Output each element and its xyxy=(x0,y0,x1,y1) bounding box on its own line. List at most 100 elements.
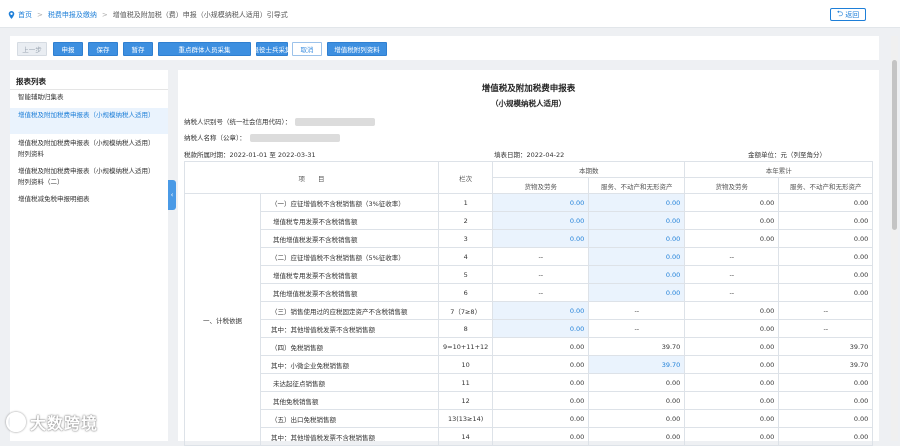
table-row: 其中：其他增值税发票不含税销售额 14 0.00 0.00 0.00 0.00 xyxy=(185,427,874,446)
value-cell: 39.70 xyxy=(778,355,874,374)
attachment-data-button[interactable]: 增值税附列资料 xyxy=(327,42,387,56)
value-cell: 0.00 xyxy=(684,211,780,230)
row-label: 其中：其他增值税发票不含税销售额 xyxy=(260,427,439,446)
header-services-ytd: 服务、不动产和无形资产 xyxy=(778,177,874,194)
scrollbar-thumb[interactable] xyxy=(892,60,897,230)
value-cell: 0.00 xyxy=(778,391,874,410)
table-row: （四）免税销售额 9=10+11+12 0.00 39.70 0.00 39.70 xyxy=(185,337,874,356)
report-item-attachment-1[interactable]: 增值税及附加税费申报表（小规模纳税人适用）附列资料 xyxy=(10,138,168,162)
amount-unit: 金额单位：元（列至角分） xyxy=(748,151,826,159)
value-cell: 0.00 xyxy=(588,409,686,428)
header-services: 服务、不动产和无形资产 xyxy=(588,177,686,194)
value-cell[interactable]: 0.00 xyxy=(492,319,590,338)
row-label: 其他增值税发票不含税销售额 xyxy=(260,283,439,302)
table-row: 其中：其他增值税发票不含税销售额 8 0.00 -- 0.00 -- xyxy=(185,319,874,338)
value-cell[interactable]: 0.00 xyxy=(588,193,686,212)
key-groups-collect-button[interactable]: 重点群体人员采集 xyxy=(158,42,251,56)
value-cell[interactable]: 39.70 xyxy=(588,355,686,374)
back-button[interactable]: ⮌ 返回 xyxy=(830,8,866,21)
breadcrumb-separator: > xyxy=(37,11,43,19)
veterans-collect-button[interactable]: 退役士兵采集 xyxy=(253,42,292,56)
value-cell: -- xyxy=(684,265,780,284)
value-cell: -- xyxy=(492,283,590,302)
row-col-number: 3 xyxy=(437,229,494,248)
watermark: 大数跨境 xyxy=(6,411,98,433)
declare-button[interactable]: 申报 xyxy=(53,42,83,56)
breadcrumb: 首页 > 税费申报及缴纳 > 增值税及附加税（费）申报（小规模纳税人适用）引导式 xyxy=(8,9,288,21)
prev-step-button[interactable]: 上一步 xyxy=(17,42,47,56)
header-year-to-date: 本年累计 xyxy=(684,161,874,178)
taxpayer-name-redacted xyxy=(249,134,340,142)
row-col-number: 9=10+11+12 xyxy=(437,337,494,356)
header-col-number: 栏次 xyxy=(437,161,494,194)
table-row: 其他免税销售额 12 0.00 0.00 0.00 0.00 xyxy=(185,391,874,410)
row-col-number: 4 xyxy=(437,247,494,266)
table-row: （三）销售使用过的应税固定资产不含税销售额 7（7≥8） 0.00 -- 0.00 -- xyxy=(185,301,874,320)
chevron-left-icon: ‹ xyxy=(170,191,174,199)
row-col-number: 6 xyxy=(437,283,494,302)
value-cell: 0.00 xyxy=(588,427,686,446)
value-cell: 0.00 xyxy=(684,409,780,428)
save-button[interactable]: 保存 xyxy=(88,42,118,56)
row-col-number: 10 xyxy=(437,355,494,374)
value-cell: -- xyxy=(684,283,780,302)
report-list-title: 报表列表 xyxy=(16,77,46,86)
tax-table: 项 目 栏次 本期数 本年累计 货物及劳务 服务、不动产和无形资产 货物及劳务 … xyxy=(184,161,874,446)
row-label: 增值税专用发票不含税销售额 xyxy=(260,211,439,230)
value-cell: 0.00 xyxy=(492,391,590,410)
taxpayer-id: 纳税人识别号（统一社会信用代码）： xyxy=(184,116,376,126)
value-cell: 0.00 xyxy=(684,193,780,212)
value-cell: 0.00 xyxy=(684,229,780,248)
value-cell[interactable]: 0.00 xyxy=(492,301,590,320)
report-item-exemption-detail[interactable]: 增值税减免税申报明细表 xyxy=(10,194,168,205)
value-cell: 0.00 xyxy=(778,229,874,248)
row-label: （三）销售使用过的应税固定资产不含税销售额 xyxy=(260,301,439,320)
divider xyxy=(10,89,168,90)
taxpayer-name: 纳税人名称（公章）： xyxy=(184,132,340,142)
value-cell: 0.00 xyxy=(492,373,590,392)
value-cell: 0.00 xyxy=(684,337,780,356)
draft-button[interactable]: 暂存 xyxy=(123,42,153,56)
row-label: （五）出口免税销售额 xyxy=(260,409,439,428)
value-cell[interactable]: 0.00 xyxy=(492,229,590,248)
value-cell: -- xyxy=(492,265,590,284)
taxpayer-id-redacted xyxy=(295,118,376,126)
value-cell: 0.00 xyxy=(492,427,590,446)
breadcrumb-separator: > xyxy=(101,11,108,19)
value-cell[interactable]: 0.00 xyxy=(492,193,590,212)
value-cell: 0.00 xyxy=(492,337,590,356)
report-item-smart-aggregation[interactable]: 智能辅助归集表 xyxy=(10,92,168,103)
report-item-attachment-2[interactable]: 增值税及附加税费申报表（小规模纳税人适用）附列资料（二） xyxy=(10,166,168,190)
value-cell[interactable]: 0.00 xyxy=(588,229,686,248)
value-cell: 39.70 xyxy=(778,337,874,356)
value-cell[interactable]: 0.00 xyxy=(588,283,686,302)
form-title: 增值税及附加税费申报表 xyxy=(481,84,576,94)
value-cell[interactable]: 0.00 xyxy=(588,211,686,230)
row-col-number: 2 xyxy=(437,211,494,230)
value-cell[interactable]: 0.00 xyxy=(588,247,686,266)
breadcrumb-level1[interactable]: 税费申报及缴纳 xyxy=(48,10,97,20)
value-cell: 0.00 xyxy=(778,265,874,284)
row-col-number: 11 xyxy=(437,373,494,392)
value-cell[interactable]: 0.00 xyxy=(588,265,686,284)
row-label: 增值税专用发票不含税销售额 xyxy=(260,265,439,284)
row-col-number: 5 xyxy=(437,265,494,284)
row-col-number: 8 xyxy=(437,319,494,338)
table-row: （五）出口免税销售额 13(13≥14) 0.00 0.00 0.00 0.00 xyxy=(185,409,874,428)
value-cell: -- xyxy=(778,301,874,320)
value-cell: -- xyxy=(684,247,780,266)
location-pin-icon xyxy=(8,11,15,19)
breadcrumb-home[interactable]: 首页 xyxy=(18,10,32,20)
table-row: 未达起征点销售额 11 0.00 0.00 0.00 0.00 xyxy=(185,373,874,392)
value-cell: 0.00 xyxy=(588,391,686,410)
watermark-logo-icon xyxy=(6,412,26,432)
report-item-main-return[interactable]: 增值税及附加税费申报表（小规模纳税人适用） xyxy=(10,108,168,134)
value-cell[interactable]: 0.00 xyxy=(492,211,590,230)
value-cell: 0.00 xyxy=(684,355,780,374)
value-cell: 0.00 xyxy=(778,427,874,446)
row-label: 其中：其他增值税发票不含税销售额 xyxy=(260,319,439,338)
collapse-sidebar-handle[interactable]: ‹ xyxy=(168,180,176,210)
cancel-button[interactable]: 取消 xyxy=(292,42,322,56)
row-label: 未达起征点销售额 xyxy=(260,373,439,392)
value-cell: 0.00 xyxy=(778,283,874,302)
